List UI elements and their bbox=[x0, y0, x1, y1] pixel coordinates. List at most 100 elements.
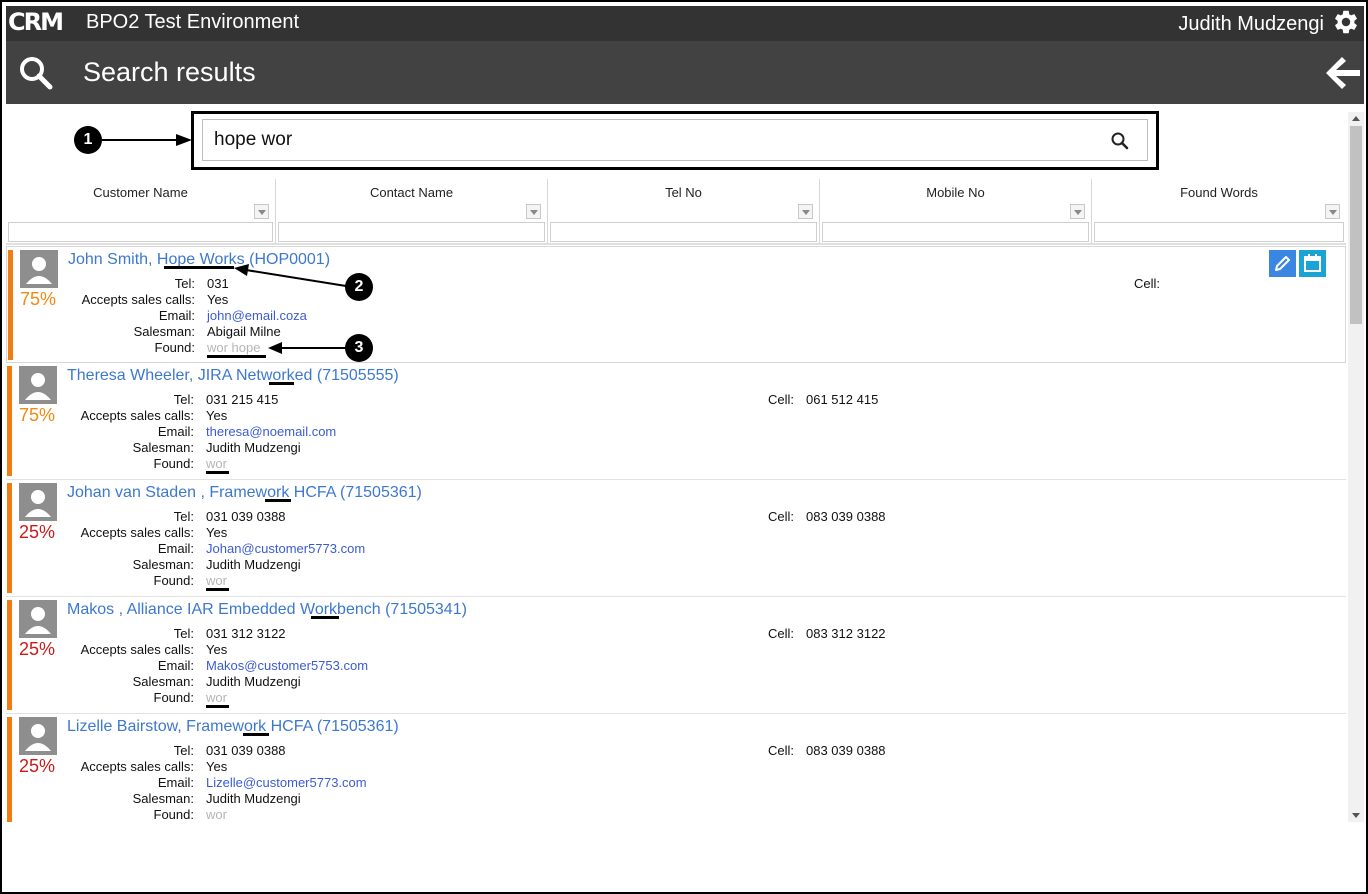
column-menu-dropdown[interactable] bbox=[1325, 204, 1340, 219]
annotation-badge-3: 3 bbox=[345, 334, 373, 362]
column-contact-name[interactable]: Contact Name bbox=[276, 179, 548, 245]
accepts-sales-calls-value: Yes bbox=[206, 408, 228, 423]
top-bar: CRM BPO2 Test Environment Judith Mudzeng… bbox=[6, 6, 1364, 41]
user-name[interactable]: Judith Mudzengi bbox=[1178, 11, 1324, 37]
vertical-scrollbar[interactable] bbox=[1348, 112, 1364, 822]
column-found-words[interactable]: Found Words bbox=[1092, 179, 1346, 245]
calendar-button[interactable] bbox=[1299, 250, 1326, 277]
tel-label: Tel: bbox=[174, 276, 195, 291]
found-label: Found: bbox=[153, 807, 194, 822]
tel-label: Tel: bbox=[173, 743, 194, 758]
column-menu-dropdown[interactable] bbox=[526, 204, 541, 219]
column-customer-name[interactable]: Customer Name bbox=[6, 179, 276, 245]
cell-label: Cell: bbox=[767, 392, 794, 407]
tel-value: 031 312 3122 bbox=[206, 626, 286, 641]
found-label: Found: bbox=[153, 690, 194, 705]
salesman-label: Salesman: bbox=[133, 324, 195, 339]
column-menu-dropdown[interactable] bbox=[254, 204, 269, 219]
gear-icon[interactable] bbox=[1332, 8, 1360, 36]
salesman-value: Judith Mudzengi bbox=[206, 791, 301, 806]
salesman-label: Salesman: bbox=[132, 440, 194, 455]
found-label: Found: bbox=[153, 456, 194, 471]
column-menu-dropdown[interactable] bbox=[1070, 204, 1085, 219]
column-menu-dropdown[interactable] bbox=[798, 204, 813, 219]
found-words-value: wor bbox=[206, 573, 227, 588]
search-icon[interactable] bbox=[1110, 131, 1130, 151]
cell-label: Cell: bbox=[1133, 276, 1160, 291]
app-title: BPO2 Test Environment bbox=[86, 11, 300, 33]
cell-value: 083 039 0388 bbox=[806, 509, 886, 524]
match-underline bbox=[269, 382, 294, 385]
salesman-label: Salesman: bbox=[132, 674, 194, 689]
result-row[interactable]: 25% Makos , Alliance IAR Embedded Workbe… bbox=[6, 597, 1346, 714]
email-link[interactable]: Lizelle@customer5773.com bbox=[206, 775, 367, 791]
column-filter-input[interactable] bbox=[278, 222, 545, 242]
search-icon[interactable] bbox=[18, 55, 54, 91]
found-words-value: wor hope bbox=[207, 340, 261, 355]
result-row[interactable]: 75% Theresa Wheeler, JIRA Networked (715… bbox=[6, 363, 1346, 480]
cell-label: Cell: bbox=[767, 743, 794, 758]
result-row[interactable]: 25% Johan van Staden , Framework HCFA (7… bbox=[6, 480, 1346, 597]
accepts-sales-calls-label: Accepts sales calls: bbox=[80, 408, 194, 423]
tel-value: 031 bbox=[207, 276, 229, 291]
salesman-value: Judith Mudzengi bbox=[206, 557, 301, 572]
column-label: Mobile No bbox=[926, 185, 985, 200]
scroll-down-icon[interactable] bbox=[1352, 813, 1360, 818]
result-title-link[interactable]: Johan van Staden , Framework HCFA (71505… bbox=[67, 483, 422, 503]
match-underline bbox=[206, 588, 229, 591]
match-underline bbox=[311, 616, 339, 619]
tel-value: 031 039 0388 bbox=[206, 509, 286, 524]
page-title: Search results bbox=[83, 57, 256, 87]
accepts-sales-calls-label: Accepts sales calls: bbox=[80, 525, 194, 540]
email-label: Email: bbox=[158, 308, 195, 323]
result-title-link[interactable]: Lizelle Bairstow, Framework HCFA (715053… bbox=[67, 717, 399, 737]
grid-header: Customer Name Contact Name Tel No Mobile… bbox=[6, 179, 1346, 245]
crm-app: CRM BPO2 Test Environment Judith Mudzeng… bbox=[6, 6, 1364, 892]
annotation-arrow-1 bbox=[102, 134, 192, 146]
column-filter-input[interactable] bbox=[1094, 222, 1344, 242]
column-tel-no[interactable]: Tel No bbox=[548, 179, 820, 245]
found-words-value: wor bbox=[206, 456, 227, 471]
email-link[interactable]: theresa@noemail.com bbox=[206, 424, 336, 440]
column-filter-input[interactable] bbox=[8, 222, 273, 242]
found-label: Found: bbox=[154, 340, 195, 355]
search-input[interactable] bbox=[202, 119, 1148, 161]
found-words-value: wor bbox=[206, 690, 227, 705]
result-title-link[interactable]: Theresa Wheeler, JIRA Networked (7150555… bbox=[67, 366, 399, 386]
email-link[interactable]: Johan@customer5773.com bbox=[206, 541, 365, 557]
email-link[interactable]: Makos@customer5753.com bbox=[206, 658, 368, 674]
accepts-sales-calls-label: Accepts sales calls: bbox=[81, 292, 195, 307]
match-underline bbox=[243, 733, 269, 736]
page-header: Search results bbox=[6, 41, 1364, 104]
email-label: Email: bbox=[157, 658, 194, 673]
column-mobile-no[interactable]: Mobile No bbox=[820, 179, 1092, 245]
result-row[interactable]: 75% John Smith, Hope Works (HOP0001) Tel… bbox=[6, 246, 1346, 363]
email-label: Email: bbox=[157, 424, 194, 439]
cell-label: Cell: bbox=[767, 626, 794, 641]
annotation-badge-1: 1 bbox=[74, 126, 102, 154]
scroll-up-icon[interactable] bbox=[1352, 116, 1360, 121]
accepts-sales-calls-value: Yes bbox=[206, 759, 228, 774]
back-arrow-icon[interactable] bbox=[1324, 55, 1362, 91]
result-row[interactable]: 25% Lizelle Bairstow, Framework HCFA (71… bbox=[6, 714, 1346, 822]
result-title-link[interactable]: Makos , Alliance IAR Embedded Workbench … bbox=[67, 600, 467, 620]
cell-label: Cell: bbox=[767, 509, 794, 524]
salesman-value: Abigail Milne bbox=[207, 324, 281, 339]
cell-value: 061 512 415 bbox=[806, 392, 879, 407]
email-link[interactable]: john@email.coza bbox=[207, 308, 307, 324]
found-words-value: wor bbox=[206, 807, 227, 822]
column-label: Found Words bbox=[1180, 185, 1258, 200]
tel-label: Tel: bbox=[173, 392, 194, 407]
grid-header-divider bbox=[6, 243, 1346, 245]
scroll-thumb[interactable] bbox=[1350, 126, 1362, 324]
column-filter-input[interactable] bbox=[822, 222, 1089, 242]
column-filter-input[interactable] bbox=[550, 222, 817, 242]
cell-value: 083 039 0388 bbox=[806, 743, 886, 758]
edit-button[interactable] bbox=[1269, 250, 1296, 277]
accepts-sales-calls-value: Yes bbox=[206, 525, 228, 540]
search-highlight-box bbox=[191, 111, 1159, 170]
crm-logo[interactable]: CRM bbox=[8, 9, 74, 35]
email-label: Email: bbox=[157, 541, 194, 556]
match-underline bbox=[265, 499, 291, 502]
email-label: Email: bbox=[157, 775, 194, 790]
